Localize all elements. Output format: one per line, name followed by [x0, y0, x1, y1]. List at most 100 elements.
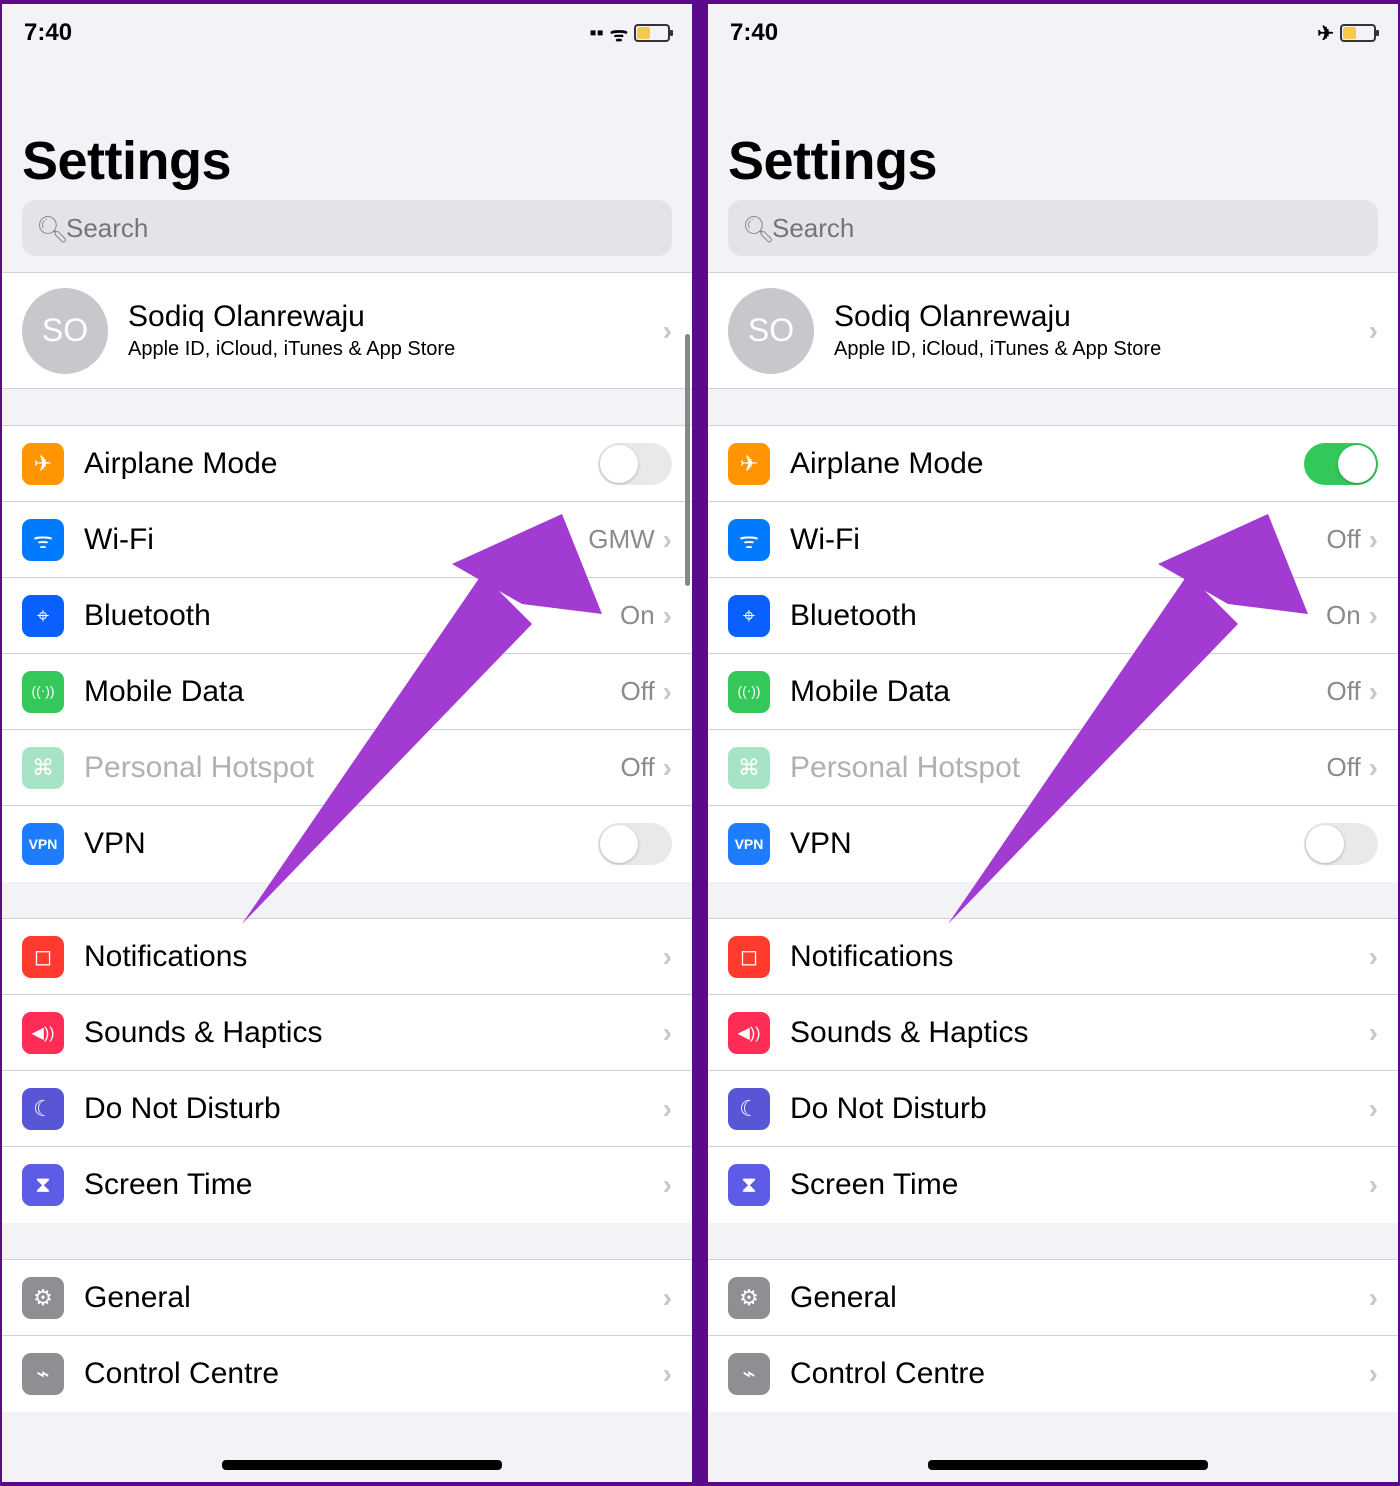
general-row[interactable]: ⚙ General ›	[708, 1260, 1398, 1336]
notifications-row[interactable]: ◻︎ Notifications ›	[2, 919, 692, 995]
vpn-row[interactable]: VPN VPN	[2, 806, 692, 882]
avatar: SO	[22, 288, 108, 374]
chevron-right-icon: ›	[1369, 1093, 1378, 1125]
bluetooth-value: On	[1326, 600, 1361, 631]
chevron-right-icon: ›	[1369, 1358, 1378, 1390]
status-icons: ✈︎	[1317, 21, 1376, 46]
sliders-icon: ⌁	[728, 1353, 770, 1395]
airplane-status-icon: ✈︎	[1317, 21, 1334, 46]
chevron-right-icon: ›	[1369, 524, 1378, 556]
notifications-icon: ◻︎	[728, 936, 770, 978]
wifi-row[interactable]: ᯤ Wi-Fi Off ›	[708, 502, 1398, 578]
left-screen: 7:40 ▪▪ ᯤ Settings 🔍︎ SO Sodiq Olanrewaj…	[2, 4, 692, 1482]
bluetooth-value: On	[620, 600, 655, 631]
status-time: 7:40	[730, 19, 778, 47]
chevron-right-icon: ›	[663, 524, 672, 556]
redaction-bar	[222, 1460, 502, 1470]
hotspot-icon: ⌘	[22, 747, 64, 789]
dnd-row[interactable]: ☾ Do Not Disturb ›	[708, 1071, 1398, 1147]
bluetooth-row[interactable]: ⌖ Bluetooth On ›	[2, 578, 692, 654]
status-time: 7:40	[24, 19, 72, 47]
chevron-right-icon: ›	[663, 600, 672, 632]
search-input[interactable]	[22, 200, 672, 256]
bluetooth-icon: ⌖	[22, 595, 64, 637]
status-icons: ▪▪ ᯤ	[590, 20, 670, 47]
dnd-row[interactable]: ☾ Do Not Disturb ›	[2, 1071, 692, 1147]
profile-row[interactable]: SO Sodiq Olanrewaju Apple ID, iCloud, iT…	[2, 273, 692, 389]
profile-name: Sodiq Olanrewaju	[834, 300, 1369, 334]
battery-icon	[634, 24, 670, 42]
vpn-row[interactable]: VPN VPN	[708, 806, 1398, 882]
chevron-right-icon: ›	[663, 1169, 672, 1201]
chevron-right-icon: ›	[663, 676, 672, 708]
hotspot-value: Off	[620, 752, 654, 783]
mobile-value: Off	[620, 676, 654, 707]
chevron-right-icon: ›	[1369, 752, 1378, 784]
page-title: Settings	[708, 52, 1398, 200]
hotspot-value: Off	[1326, 752, 1360, 783]
chevron-right-icon: ›	[663, 1093, 672, 1125]
gear-icon: ⚙	[22, 1277, 64, 1319]
wifi-row[interactable]: ᯤ Wi-Fi GMW ›	[2, 502, 692, 578]
wifi-icon: ᯤ	[22, 519, 64, 561]
control-centre-row[interactable]: ⌁ Control Centre ›	[2, 1336, 692, 1412]
chevron-right-icon: ›	[1369, 1169, 1378, 1201]
profile-row[interactable]: SO Sodiq Olanrewaju Apple ID, iCloud, iT…	[708, 273, 1398, 389]
sliders-icon: ⌁	[22, 1353, 64, 1395]
airplane-toggle[interactable]	[1304, 443, 1378, 485]
chevron-right-icon: ›	[663, 1358, 672, 1390]
chevron-right-icon: ›	[1369, 941, 1378, 973]
chevron-right-icon: ›	[663, 752, 672, 784]
sounds-row[interactable]: ◀︎)) Sounds & Haptics ›	[708, 995, 1398, 1071]
vpn-icon: VPN	[22, 823, 64, 865]
notifications-row[interactable]: ◻︎ Notifications ›	[708, 919, 1398, 995]
search-icon: 🔍︎	[36, 214, 69, 245]
cellular-icon: ((⋅))	[22, 671, 64, 713]
scroll-indicator	[685, 334, 690, 586]
airplane-icon: ✈︎	[728, 443, 770, 485]
general-row[interactable]: ⚙ General ›	[2, 1260, 692, 1336]
chevron-right-icon: ›	[663, 315, 672, 347]
moon-icon: ☾	[22, 1088, 64, 1130]
mobile-data-row[interactable]: ((⋅)) Mobile Data Off ›	[708, 654, 1398, 730]
wifi-value: Off	[1326, 524, 1360, 555]
chevron-right-icon: ›	[1369, 600, 1378, 632]
cellular-icon: ((⋅))	[728, 671, 770, 713]
control-centre-row[interactable]: ⌁ Control Centre ›	[708, 1336, 1398, 1412]
search-input[interactable]	[728, 200, 1378, 256]
bluetooth-row[interactable]: ⌖ Bluetooth On ›	[708, 578, 1398, 654]
airplane-toggle[interactable]	[598, 443, 672, 485]
sounds-icon: ◀︎))	[22, 1012, 64, 1054]
status-bar: 7:40 ▪▪ ᯤ	[2, 4, 692, 52]
status-bar: 7:40 ✈︎	[708, 4, 1398, 52]
mobile-data-row[interactable]: ((⋅)) Mobile Data Off ›	[2, 654, 692, 730]
sounds-row[interactable]: ◀︎)) Sounds & Haptics ›	[2, 995, 692, 1071]
vpn-toggle[interactable]	[598, 823, 672, 865]
profile-subtitle: Apple ID, iCloud, iTunes & App Store	[834, 338, 1369, 361]
chevron-right-icon: ›	[663, 1017, 672, 1049]
vpn-toggle[interactable]	[1304, 823, 1378, 865]
redaction-bar	[928, 1460, 1208, 1470]
screentime-row[interactable]: ⧗ Screen Time ›	[2, 1147, 692, 1223]
wifi-value: GMW	[588, 524, 654, 555]
moon-icon: ☾	[728, 1088, 770, 1130]
airplane-mode-row[interactable]: ✈︎ Airplane Mode	[708, 426, 1398, 502]
chevron-right-icon: ›	[663, 1282, 672, 1314]
hotspot-row[interactable]: ⌘ Personal Hotspot Off ›	[708, 730, 1398, 806]
page-title: Settings	[2, 52, 692, 200]
wifi-icon: ᯤ	[728, 519, 770, 561]
screentime-row[interactable]: ⧗ Screen Time ›	[708, 1147, 1398, 1223]
sounds-icon: ◀︎))	[728, 1012, 770, 1054]
bluetooth-icon: ⌖	[728, 595, 770, 637]
chevron-right-icon: ›	[1369, 1017, 1378, 1049]
battery-icon	[1340, 24, 1376, 42]
right-screen: 7:40 ✈︎ Settings 🔍︎ SO Sodiq Olanrewaju …	[708, 4, 1398, 1482]
hourglass-icon: ⧗	[22, 1164, 64, 1206]
chevron-right-icon: ›	[1369, 676, 1378, 708]
airplane-mode-row[interactable]: ✈︎ Airplane Mode	[2, 426, 692, 502]
profile-name: Sodiq Olanrewaju	[128, 300, 663, 334]
chevron-right-icon: ›	[1369, 1282, 1378, 1314]
hotspot-icon: ⌘	[728, 747, 770, 789]
wifi-status-icon: ᯤ	[610, 20, 628, 47]
hotspot-row[interactable]: ⌘ Personal Hotspot Off ›	[2, 730, 692, 806]
